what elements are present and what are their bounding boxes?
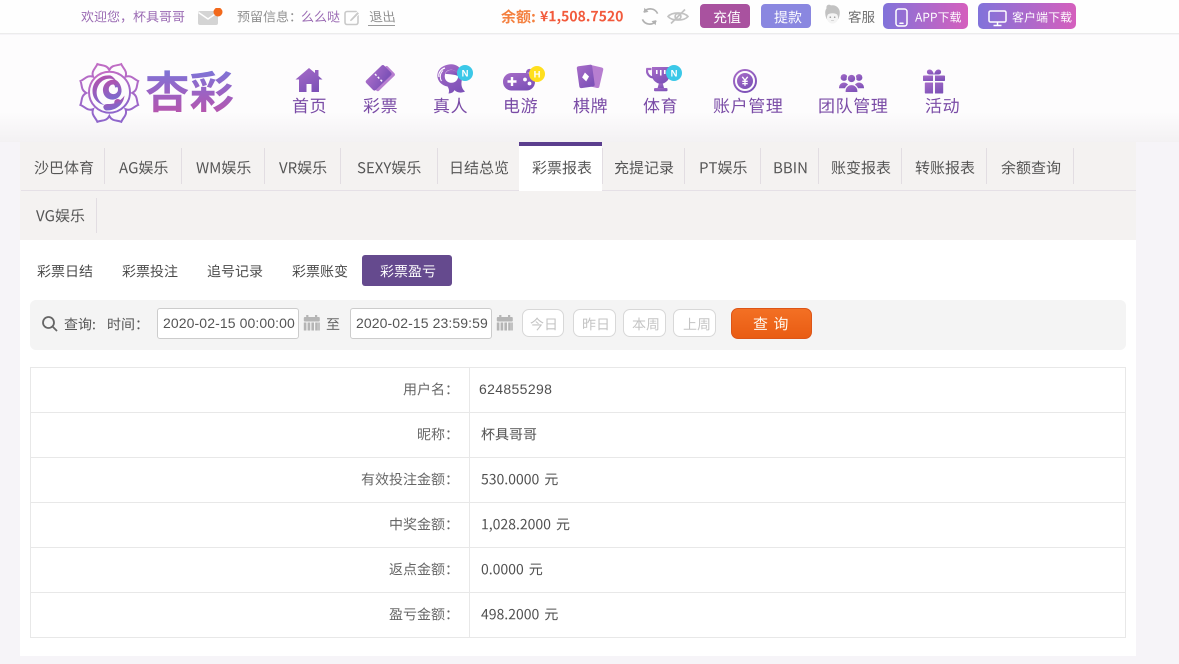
svg-text:H: H	[534, 70, 541, 81]
svg-text:N: N	[671, 68, 678, 79]
svg-text:N: N	[461, 68, 468, 79]
